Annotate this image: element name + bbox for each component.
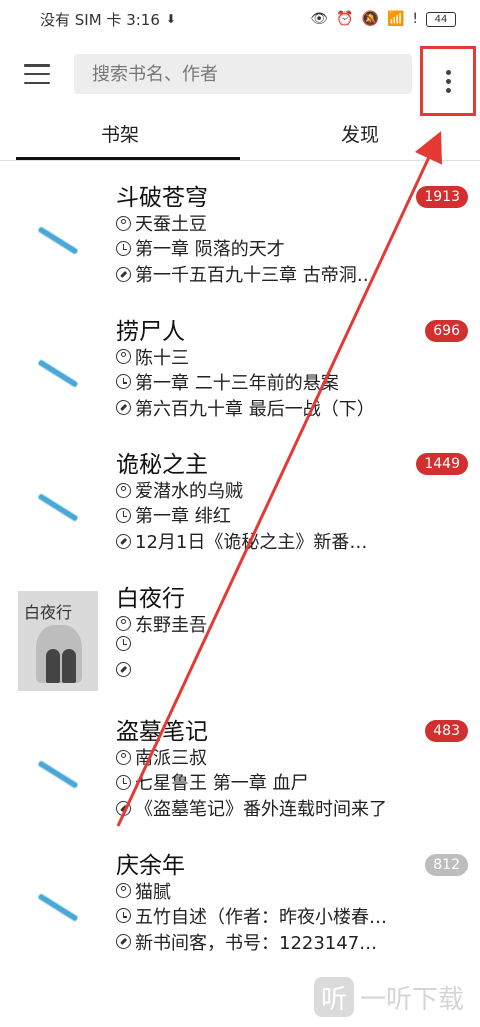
person-icon bbox=[116, 883, 131, 898]
person-icon bbox=[116, 349, 131, 364]
book-item[interactable]: 诡秘之主 爱潜水的乌贼 第一章 绯红 12月1日《诡秘之主》新番… 1449 bbox=[0, 431, 480, 565]
compass-icon bbox=[116, 266, 131, 282]
tab-discover[interactable]: 发现 bbox=[240, 116, 480, 160]
mute-icon: 🔕 bbox=[361, 11, 379, 27]
book-progress: 第一章 陨落的天才 bbox=[135, 239, 285, 260]
book-author: 爱潜水的乌贼 bbox=[135, 481, 243, 502]
tab-bar: 书架 发现 bbox=[0, 116, 480, 161]
dot-icon bbox=[445, 87, 451, 93]
book-title: 白夜行 bbox=[116, 585, 185, 612]
unread-badge: 1913 bbox=[416, 186, 468, 208]
cover-placeholder-icon bbox=[38, 893, 78, 922]
book-title: 捞尸人 bbox=[116, 318, 185, 345]
book-latest-chapter: 12月1日《诡秘之主》新番… bbox=[135, 532, 368, 553]
book-cover-image: 白夜行 bbox=[18, 590, 98, 691]
search-box[interactable] bbox=[74, 54, 412, 94]
dot-icon bbox=[445, 69, 451, 75]
book-latest-chapter: 新书间客，书号：1223147… bbox=[135, 932, 378, 954]
watermark: 听 一听下载 bbox=[313, 977, 464, 1017]
eye-icon: 👁 bbox=[310, 11, 329, 27]
book-author: 天蚕土豆 bbox=[135, 214, 207, 235]
compass-icon bbox=[116, 934, 131, 949]
book-author: 东野圭吾 bbox=[135, 614, 207, 636]
search-input[interactable] bbox=[90, 62, 412, 86]
book-progress: 第一章 二十三年前的悬案 bbox=[135, 372, 339, 394]
clock-icon bbox=[116, 507, 131, 523]
alarm-icon: ⏰ bbox=[336, 11, 354, 27]
status-bar: 没有 SIM 卡 3:16 ⬇ 👁 ⏰ 🔕 📶 ! 44 bbox=[0, 0, 480, 38]
book-item[interactable]: 捞尸人 陈十三 第一章 二十三年前的悬案 第六百九十章 最后一战（下） 696 bbox=[0, 298, 480, 432]
person-icon bbox=[116, 482, 131, 498]
book-latest-chapter: 《盗墓笔记》番外连载时间来了 bbox=[135, 799, 387, 820]
cover-placeholder-icon bbox=[38, 760, 78, 788]
book-cover bbox=[18, 324, 98, 424]
book-cover bbox=[18, 457, 98, 557]
book-cover bbox=[18, 724, 98, 824]
cover-placeholder-icon bbox=[38, 226, 78, 254]
book-author: 南派三叔 bbox=[135, 748, 207, 769]
alert-icon: ! bbox=[412, 11, 418, 27]
book-progress: 第一章 绯红 bbox=[135, 506, 231, 527]
book-title: 盗墓笔记 bbox=[116, 719, 208, 745]
book-cover bbox=[18, 858, 98, 958]
dot-icon bbox=[445, 78, 451, 84]
book-cover: 白夜行 bbox=[18, 590, 98, 691]
clock-icon bbox=[116, 635, 131, 651]
book-list: 斗破苍穹 天蚕土豆 第一章 陨落的天才 第一千五百九十三章 古帝洞… 1913 … bbox=[0, 164, 480, 965]
watermark-logo: 听 bbox=[313, 977, 354, 1017]
unread-badge: 483 bbox=[425, 720, 468, 742]
book-latest-chapter: 第六百九十章 最后一战（下） bbox=[135, 398, 375, 420]
compass-icon bbox=[116, 661, 131, 677]
wifi-icon: 📶 bbox=[386, 11, 405, 27]
book-cover bbox=[18, 190, 98, 290]
cover-placeholder-icon bbox=[38, 359, 78, 388]
book-item[interactable]: 斗破苍穹 天蚕土豆 第一章 陨落的天才 第一千五百九十三章 古帝洞… 1913 bbox=[0, 164, 480, 298]
book-author: 猫腻 bbox=[135, 881, 171, 903]
top-bar bbox=[0, 46, 480, 116]
carrier-time: 没有 SIM 卡 3:16 bbox=[40, 10, 160, 29]
book-title: 斗破苍穹 bbox=[116, 185, 208, 211]
unread-badge: 696 bbox=[425, 319, 468, 342]
menu-icon[interactable] bbox=[24, 64, 50, 84]
book-item[interactable]: 盗墓笔记 南派三叔 七星鲁王 第一章 血尸 《盗墓笔记》番外连载时间来了 483 bbox=[0, 698, 480, 832]
book-author: 陈十三 bbox=[135, 347, 189, 369]
book-latest-chapter: 第一千五百九十三章 古帝洞… bbox=[135, 265, 375, 286]
person-icon bbox=[116, 215, 131, 231]
more-options-button[interactable] bbox=[420, 46, 476, 116]
book-item[interactable]: 庆余年 猫腻 五竹自述（作者：昨夜小楼春… 新书间客，书号：1223147… 8… bbox=[0, 832, 480, 966]
compass-icon bbox=[116, 533, 131, 549]
compass-icon bbox=[116, 800, 131, 816]
unread-badge: 812 bbox=[425, 853, 468, 876]
cover-title: 白夜行 bbox=[24, 602, 73, 622]
unread-badge: 1449 bbox=[416, 453, 468, 475]
watermark-text: 一听下载 bbox=[359, 984, 464, 1015]
battery-icon: 44 bbox=[426, 11, 456, 27]
person-icon bbox=[116, 616, 131, 631]
book-title: 诡秘之主 bbox=[116, 452, 208, 478]
book-title: 庆余年 bbox=[116, 852, 185, 879]
clock-icon bbox=[116, 240, 131, 256]
book-progress: 七星鲁王 第一章 血尸 bbox=[135, 773, 309, 794]
tab-bookshelf[interactable]: 书架 bbox=[0, 116, 240, 160]
download-icon: ⬇ bbox=[165, 12, 176, 26]
person-icon bbox=[116, 749, 131, 765]
compass-icon bbox=[116, 400, 131, 415]
book-progress: 五竹自述（作者：昨夜小楼春… bbox=[135, 906, 387, 928]
clock-icon bbox=[116, 908, 131, 923]
cover-placeholder-icon bbox=[38, 493, 78, 521]
book-item[interactable]: 白夜行 白夜行 东野圭吾 bbox=[0, 565, 480, 699]
clock-icon bbox=[116, 374, 131, 389]
clock-icon bbox=[116, 774, 131, 790]
